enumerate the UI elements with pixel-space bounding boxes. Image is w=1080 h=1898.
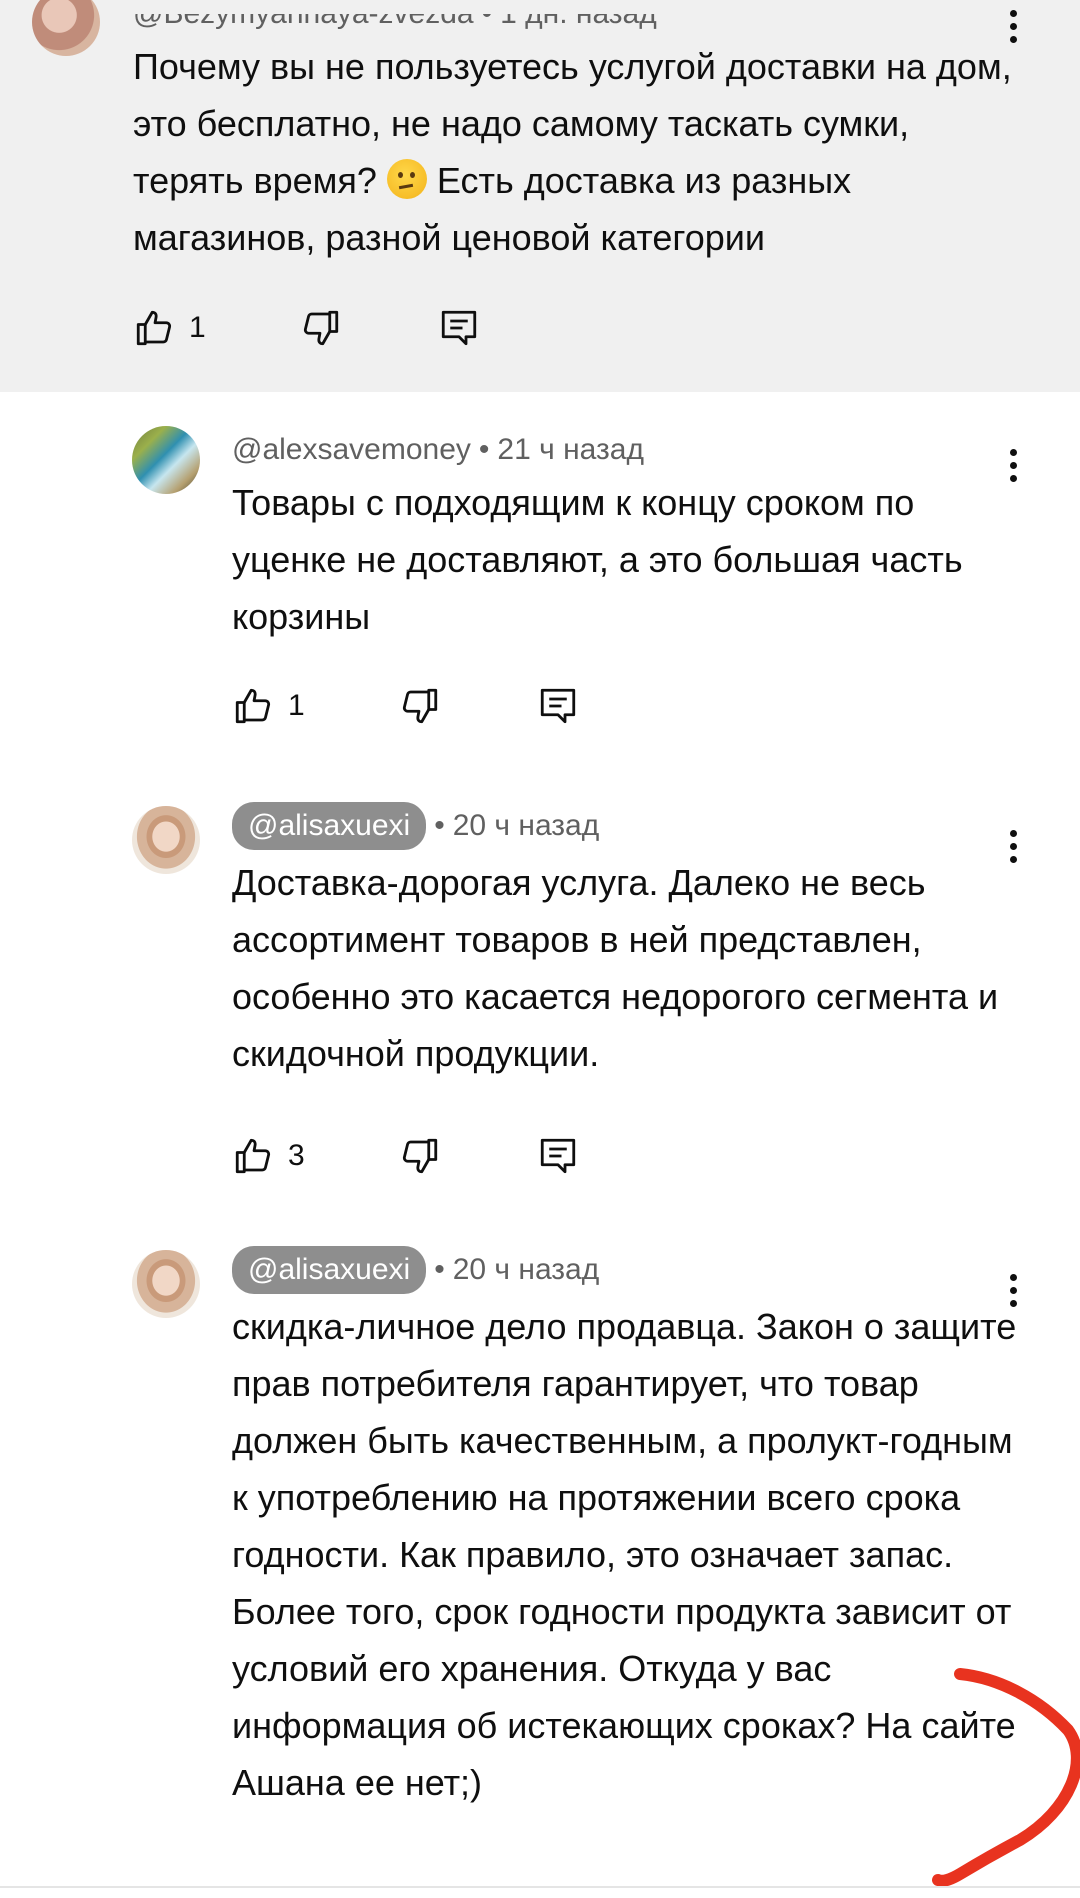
comment-meta: @alexsavemoney • 21 ч назад: [232, 428, 644, 472]
author-handle[interactable]: @Bezymyannaya-zvezda: [133, 14, 474, 31]
meta-separator: •: [478, 433, 490, 466]
like-button[interactable]: 1: [232, 685, 305, 727]
like-icon: [235, 1138, 271, 1174]
reply-button[interactable]: [537, 685, 579, 727]
comment-text: Почему вы не пользуетесь услугой доставк…: [133, 38, 1013, 266]
dislike-button[interactable]: [399, 685, 441, 727]
comment-actions: 3: [232, 1126, 579, 1186]
meta-separator: •: [434, 809, 445, 842]
comment-time: 20 ч назад: [452, 809, 600, 842]
comment-meta: @alisaxuexi • 20 ч назад: [232, 1246, 600, 1294]
thinking-face-icon: [386, 159, 427, 199]
dislike-button[interactable]: [300, 307, 342, 349]
dislike-button[interactable]: [399, 1135, 441, 1177]
reply-icon: [540, 688, 575, 724]
like-count: 1: [189, 311, 206, 344]
reply-icon: [441, 310, 476, 346]
comment-time: 21 ч назад: [497, 433, 644, 466]
comment-highlighted: @Bezymyannaya-zvezda • 1 дн. назад Почем…: [0, 0, 1080, 392]
like-icon: [136, 310, 172, 346]
reply-icon: [540, 1138, 575, 1174]
comment: @alexsavemoney • 21 ч назад Товары с под…: [0, 392, 1080, 792]
comment-actions: 1: [133, 298, 480, 358]
dislike-icon: [402, 1138, 437, 1174]
dislike-icon: [402, 688, 437, 724]
comment-time: 20 ч назад: [452, 1253, 600, 1286]
like-icon: [235, 688, 271, 724]
reply-button[interactable]: [537, 1135, 579, 1177]
comment-actions: 1: [232, 676, 579, 736]
like-count: 3: [288, 1139, 305, 1172]
comment-meta: @alisaxuexi • 20 ч назад: [232, 802, 600, 850]
avatar[interactable]: [132, 1250, 200, 1318]
avatar[interactable]: [32, 0, 100, 56]
meta-separator: •: [481, 0, 493, 30]
avatar[interactable]: [132, 426, 200, 494]
meta-separator: •: [434, 1253, 445, 1286]
author-handle[interactable]: @alisaxuexi: [232, 1246, 427, 1294]
dislike-icon: [303, 310, 338, 346]
comment: @alisaxuexi • 20 ч назад Доставка-дорога…: [0, 792, 1080, 1232]
avatar[interactable]: [132, 806, 200, 874]
author-handle[interactable]: @alexsavemoney: [232, 433, 471, 467]
like-button[interactable]: 1: [133, 307, 206, 349]
bottom-divider: [0, 1886, 1080, 1888]
comment-meta: @Bezymyannaya-zvezda • 1 дн. назад: [133, 0, 657, 36]
comment-text: Доставка-дорогая услуга. Далеко не весь …: [232, 862, 999, 1074]
author-handle[interactable]: @alisaxuexi: [232, 802, 427, 850]
like-button[interactable]: 3: [232, 1135, 305, 1177]
reply-button[interactable]: [438, 307, 480, 349]
comment-text: Товары с подходящим к концу сроком по уц…: [232, 482, 963, 637]
red-annotation-stroke: [932, 1668, 1080, 1887]
comment-time: 1 дн. назад: [500, 0, 657, 30]
like-count: 1: [288, 689, 305, 722]
